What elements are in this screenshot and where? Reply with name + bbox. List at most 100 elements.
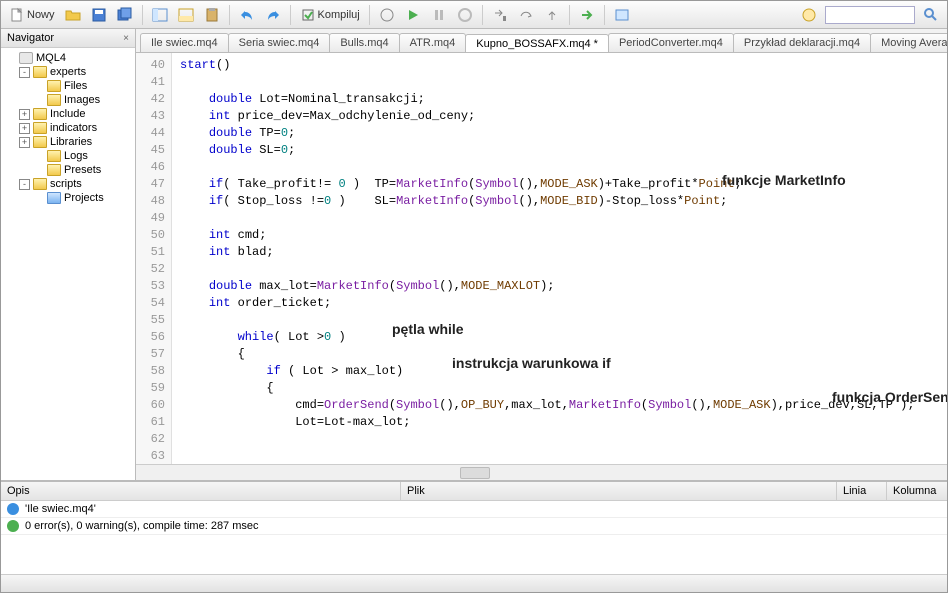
annotation-marketinfo: funkcje MarketInfo (722, 172, 846, 189)
step-over-button[interactable] (514, 4, 538, 26)
nav-panel-button[interactable] (148, 4, 172, 26)
save-icon (91, 7, 107, 23)
editor-tab[interactable]: Ile swiec.mq4 (140, 33, 229, 52)
paste-button[interactable] (200, 4, 224, 26)
editor-tab[interactable]: Moving Average.mq4 (870, 33, 947, 52)
annotation-while: pętla while (392, 321, 464, 338)
scrollbar-thumb[interactable] (460, 467, 490, 479)
folder-open-icon (65, 7, 81, 23)
tree-item-logs[interactable]: Logs (3, 149, 133, 163)
twisty-spacer (33, 193, 44, 204)
navigator-title: Navigator (7, 32, 54, 44)
mql-icon (19, 52, 33, 64)
navigator-tree: MQL4 -expertsFilesImages+Include+indicat… (1, 48, 135, 480)
toolbar-separator (142, 5, 143, 25)
toolbar-separator (290, 5, 291, 25)
toolbox-panel-button[interactable] (174, 4, 198, 26)
panel-icon (152, 7, 168, 23)
line-number-gutter: 40 41 42 43 44 45 46 47 48 49 50 51 52 5… (136, 53, 172, 464)
editor-tab[interactable]: Seria swiec.mq4 (228, 33, 331, 52)
folder-icon (47, 164, 61, 176)
twisty-icon[interactable]: + (19, 137, 30, 148)
twisty-icon[interactable]: - (19, 67, 30, 78)
clipboard-icon (204, 7, 220, 23)
tree-item-files[interactable]: Files (3, 79, 133, 93)
col-column[interactable]: Kolumna (887, 482, 947, 500)
stop-button[interactable] (453, 4, 477, 26)
tree-item-indicators[interactable]: +indicators (3, 121, 133, 135)
tree-root[interactable]: MQL4 (3, 51, 133, 65)
undo-button[interactable] (235, 4, 259, 26)
open-button[interactable] (61, 4, 85, 26)
compile-button-label: Kompiluj (318, 9, 360, 21)
editor-tab[interactable]: ATR.mq4 (399, 33, 467, 52)
save-all-button[interactable] (113, 4, 137, 26)
output-row[interactable]: 'Ile swiec.mq4' (1, 501, 947, 518)
col-file[interactable]: Plik (401, 482, 837, 500)
tree-item-include[interactable]: +Include (3, 107, 133, 121)
folder-icon (33, 108, 47, 120)
folder-icon (33, 66, 47, 78)
arrow-right-icon (579, 7, 595, 23)
tree-item-images[interactable]: Images (3, 93, 133, 107)
new-file-icon (9, 7, 25, 23)
stop-icon (457, 7, 473, 23)
output-text: 'Ile swiec.mq4' (25, 503, 96, 515)
goto-button[interactable] (575, 4, 599, 26)
save-all-icon (117, 7, 133, 23)
redo-button[interactable] (261, 4, 285, 26)
output-rows: 'Ile swiec.mq4' 0 error(s), 0 warning(s),… (1, 501, 947, 574)
editor-tab[interactable]: Kupno_BOSSAFX.mq4 * (465, 34, 609, 53)
col-description[interactable]: Opis (1, 482, 401, 500)
options-button[interactable] (610, 4, 634, 26)
tree-item-scripts[interactable]: -scripts (3, 177, 133, 191)
terminal-button[interactable] (375, 4, 399, 26)
toolbar-search (797, 4, 943, 26)
tree-item-projects[interactable]: Projects (3, 191, 133, 205)
twisty-icon[interactable]: + (19, 123, 30, 134)
tree-item-label: Images (64, 94, 100, 106)
folder-icon (33, 178, 47, 190)
tree-item-libraries[interactable]: +Libraries (3, 135, 133, 149)
navigator-close-button[interactable]: × (123, 33, 129, 44)
search-button[interactable] (919, 4, 943, 26)
tree-item-presets[interactable]: Presets (3, 163, 133, 177)
navigator-title-bar: Navigator × (1, 29, 135, 48)
toolbar-separator (369, 5, 370, 25)
twisty-spacer (33, 165, 44, 176)
toolbar-separator (482, 5, 483, 25)
folder-icon (33, 136, 47, 148)
code-editor[interactable]: 40 41 42 43 44 45 46 47 48 49 50 51 52 5… (136, 53, 947, 464)
editor-tab[interactable]: PeriodConverter.mq4 (608, 33, 734, 52)
folder-icon (33, 122, 47, 134)
editor-tab[interactable]: Przykład deklaracji.mq4 (733, 33, 871, 52)
output-row[interactable]: 0 error(s), 0 warning(s), compile time: … (1, 518, 947, 535)
navigator-panel: Navigator × MQL4 -expertsFilesImages+Inc… (1, 29, 136, 480)
step-into-button[interactable] (488, 4, 512, 26)
editor-tab[interactable]: Bulls.mq4 (329, 33, 399, 52)
check-icon (7, 520, 19, 532)
help-button[interactable] (797, 4, 821, 26)
twisty-icon[interactable]: - (19, 179, 30, 190)
help-icon (801, 7, 817, 23)
toolbar-separator (569, 5, 570, 25)
tree-item-label: Logs (64, 150, 88, 162)
tree-item-experts[interactable]: -experts (3, 65, 133, 79)
new-button[interactable]: Nowy (5, 4, 59, 26)
code-content[interactable]: start() double Lot=Nominal_transakcji; i… (172, 53, 947, 464)
col-line[interactable]: Linia (837, 482, 887, 500)
search-input[interactable] (825, 6, 915, 24)
terminal-icon (379, 7, 395, 23)
compile-button[interactable]: Kompiluj (296, 4, 364, 26)
pause-button[interactable] (427, 4, 451, 26)
twisty-spacer (33, 81, 44, 92)
play-icon (405, 7, 421, 23)
main-toolbar: Nowy Kompiluj (1, 1, 947, 29)
twisty-icon[interactable]: + (19, 109, 30, 120)
run-button[interactable] (401, 4, 425, 26)
save-button[interactable] (87, 4, 111, 26)
status-bar (1, 574, 947, 592)
step-out-button[interactable] (540, 4, 564, 26)
twisty-spacer (33, 95, 44, 106)
editor-hscrollbar[interactable] (136, 464, 947, 480)
